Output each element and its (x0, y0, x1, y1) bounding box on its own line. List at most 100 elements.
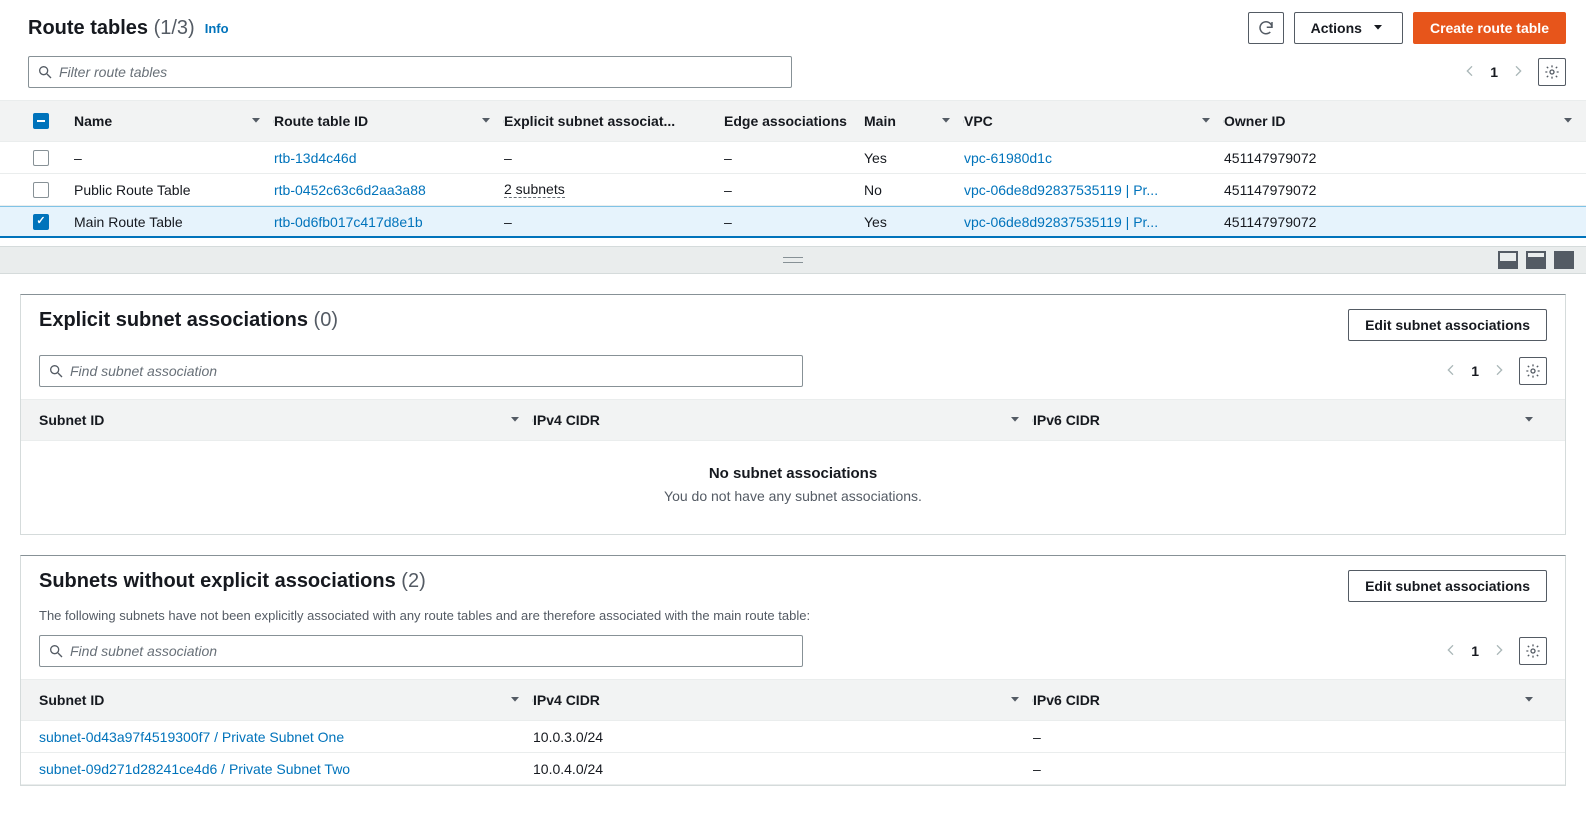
vpc-link[interactable]: vpc-06de8d92837535119 | Pr... (964, 182, 1158, 198)
row-checkbox[interactable] (33, 150, 49, 166)
cell-owner: 451147979072 (1224, 150, 1316, 166)
page-prev[interactable] (1462, 63, 1478, 82)
cell-explicit-subnet: – (504, 214, 512, 230)
page-prev[interactable] (1443, 642, 1459, 661)
refresh-button[interactable] (1248, 12, 1284, 44)
explicit-filter-input[interactable] (70, 363, 794, 379)
col-ipv6-cidr[interactable]: IPv6 CIDR (1033, 412, 1100, 428)
cell-main: No (864, 182, 882, 198)
panel-title: Subnets without explicit associations (2… (39, 570, 426, 592)
col-edge-assoc[interactable]: Edge associations (724, 113, 847, 129)
panel-resize-handle[interactable] (0, 246, 1586, 274)
view-mode-full[interactable] (1554, 251, 1574, 269)
edit-subnet-associations-button[interactable]: Edit subnet associations (1348, 309, 1547, 341)
col-route-table-id[interactable]: Route table ID (274, 113, 368, 129)
implicit-filter-box[interactable] (39, 635, 803, 667)
implicit-filter-input[interactable] (70, 643, 794, 659)
page-number: 1 (1490, 64, 1498, 80)
sort-icon[interactable] (1521, 411, 1537, 430)
cell-owner: 451147979072 (1224, 182, 1316, 198)
implicit-associations-panel: Subnets without explicit associations (2… (20, 555, 1566, 786)
col-ipv6-cidr[interactable]: IPv6 CIDR (1033, 692, 1100, 708)
cell-owner: 451147979072 (1224, 214, 1316, 230)
cell-name: – (74, 150, 82, 166)
table-row[interactable]: Public Route Table rtb-0452c63c6d2aa3a88… (0, 174, 1586, 206)
caret-down-icon (1370, 19, 1386, 38)
settings-button[interactable] (1519, 637, 1547, 665)
cell-ipv6: – (1033, 729, 1041, 745)
sort-icon[interactable] (1198, 112, 1214, 131)
col-subnet-id[interactable]: Subnet ID (39, 412, 104, 428)
sort-icon[interactable] (1007, 691, 1023, 710)
gear-icon (1525, 363, 1541, 379)
empty-desc: You do not have any subnet associations. (21, 488, 1565, 504)
page-next[interactable] (1491, 642, 1507, 661)
page-number: 1 (1471, 363, 1479, 379)
col-subnet-id[interactable]: Subnet ID (39, 692, 104, 708)
cell-ipv4: 10.0.4.0/24 (533, 761, 603, 777)
row-checkbox[interactable] (33, 182, 49, 198)
table-row[interactable]: – rtb-13d4c46d – – Yes vpc-61980d1c 4511… (0, 142, 1586, 174)
cell-main: Yes (864, 150, 887, 166)
info-link[interactable]: Info (205, 21, 229, 36)
search-icon (48, 643, 64, 659)
create-route-table-button[interactable]: Create route table (1413, 12, 1566, 44)
vpc-link[interactable]: vpc-61980d1c (964, 150, 1052, 166)
sort-icon[interactable] (1007, 411, 1023, 430)
col-explicit-subnet[interactable]: Explicit subnet associat... (504, 113, 675, 129)
search-icon (37, 64, 53, 80)
panel-title: Explicit subnet associations (0) (39, 309, 338, 332)
sort-icon[interactable] (507, 691, 523, 710)
sort-icon[interactable] (478, 112, 494, 131)
col-ipv4-cidr[interactable]: IPv4 CIDR (533, 412, 600, 428)
gear-icon (1525, 643, 1541, 659)
select-all-checkbox[interactable] (33, 113, 49, 129)
col-vpc[interactable]: VPC (964, 113, 993, 129)
edit-subnet-associations-button[interactable]: Edit subnet associations (1348, 570, 1547, 602)
col-main[interactable]: Main (864, 113, 896, 129)
cell-name: Main Route Table (74, 214, 183, 230)
page-number: 1 (1471, 643, 1479, 659)
settings-button[interactable] (1519, 357, 1547, 385)
page-title: Route tables (1/3) (28, 17, 195, 40)
sort-icon[interactable] (248, 112, 264, 131)
cell-main: Yes (864, 214, 887, 230)
table-row[interactable]: subnet-09d271d28241ce4d6 / Private Subne… (21, 753, 1565, 785)
panel-description: The following subnets have not been expl… (21, 608, 1565, 629)
cell-edge: – (724, 214, 732, 230)
sort-icon[interactable] (507, 411, 523, 430)
filter-input[interactable] (59, 64, 783, 80)
cell-edge: – (724, 150, 732, 166)
cell-ipv4: 10.0.3.0/24 (533, 729, 603, 745)
filter-box[interactable] (28, 56, 792, 88)
view-mode-half[interactable] (1498, 251, 1518, 269)
table-row[interactable]: subnet-0d43a97f4519300f7 / Private Subne… (21, 721, 1565, 753)
route-table-link[interactable]: rtb-13d4c46d (274, 150, 357, 166)
search-icon (48, 363, 64, 379)
explicit-filter-box[interactable] (39, 355, 803, 387)
actions-dropdown[interactable]: Actions (1294, 12, 1403, 44)
row-checkbox[interactable] (33, 214, 49, 230)
page-next[interactable] (1491, 362, 1507, 381)
gear-icon (1544, 64, 1560, 80)
subnet-link[interactable]: subnet-0d43a97f4519300f7 / Private Subne… (39, 729, 344, 745)
sort-icon[interactable] (938, 112, 954, 131)
col-name[interactable]: Name (74, 113, 112, 129)
route-table-link[interactable]: rtb-0452c63c6d2aa3a88 (274, 182, 426, 198)
route-table-link[interactable]: rtb-0d6fb017c417d8e1b (274, 214, 423, 230)
subnet-link[interactable]: subnet-09d271d28241ce4d6 / Private Subne… (39, 761, 350, 777)
col-ipv4-cidr[interactable]: IPv4 CIDR (533, 692, 600, 708)
table-row[interactable]: Main Route Table rtb-0d6fb017c417d8e1b –… (0, 206, 1586, 238)
view-mode-large[interactable] (1526, 251, 1546, 269)
sort-icon[interactable] (1521, 691, 1537, 710)
cell-name: Public Route Table (74, 182, 190, 198)
vpc-link[interactable]: vpc-06de8d92837535119 | Pr... (964, 214, 1158, 230)
sort-icon[interactable] (1560, 112, 1576, 131)
cell-edge: – (724, 182, 732, 198)
settings-button[interactable] (1538, 58, 1566, 86)
col-owner[interactable]: Owner ID (1224, 113, 1285, 129)
page-prev[interactable] (1443, 362, 1459, 381)
grip-icon (783, 257, 803, 263)
cell-explicit-subnet[interactable]: 2 subnets (504, 181, 565, 198)
page-next[interactable] (1510, 63, 1526, 82)
